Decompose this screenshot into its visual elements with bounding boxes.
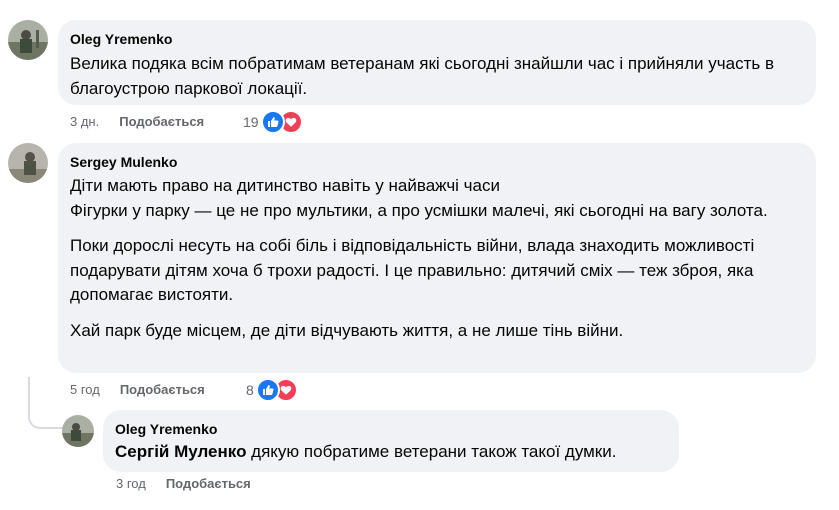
comment-time[interactable]: 3 дн. [70, 114, 99, 129]
like-icon [260, 110, 285, 134]
comment-meta: 5 год Подобається [70, 382, 205, 397]
comment-bubble: Oleg Yremenko Велика подяка всім побрати… [58, 20, 816, 105]
like-button[interactable]: Подобається [119, 114, 204, 129]
reactions-count: 8 [246, 382, 254, 398]
reactions[interactable]: 19 [243, 110, 303, 134]
avatar[interactable] [8, 143, 48, 183]
reply-author[interactable]: Oleg Yremenko [115, 420, 667, 438]
comment-paragraph: Велика подяка всім побратимам ветеранам … [70, 54, 774, 98]
avatar[interactable] [62, 415, 94, 447]
reply-time[interactable]: 3 год [116, 476, 146, 491]
reply-body: дякую побратиме ветерани також такої дум… [246, 442, 617, 461]
mention-link[interactable]: Сергій Муленко [115, 442, 246, 461]
reply-meta: 3 год Подобається [116, 476, 251, 491]
comment-paragraph: Діти мають право на дитинство навіть у н… [70, 176, 768, 220]
reactions[interactable]: 8 [246, 378, 298, 402]
avatar-photo [8, 20, 48, 60]
comment-paragraph: Поки дорослі несуть на собі біль і відпо… [70, 236, 755, 304]
avatar-photo [8, 143, 48, 183]
comment-author[interactable]: Sergey Mulenko [70, 153, 804, 171]
reactions-count: 19 [243, 114, 259, 130]
reply-bubble: Oleg Yremenko Сергій Муленко дякую побра… [103, 410, 679, 472]
comment-text: Діти мають право на дитинство навіть у н… [70, 174, 804, 343]
comment-text: Велика подяка всім побратимам ветеранам … [70, 52, 804, 101]
like-button[interactable]: Подобається [120, 382, 205, 397]
avatar-photo [62, 415, 94, 447]
avatar[interactable] [8, 20, 48, 60]
like-icon [255, 378, 280, 402]
reply-text: Сергій Муленко дякую побратиме ветерани … [115, 440, 667, 465]
comment-meta: 3 дн. Подобається [70, 114, 204, 129]
like-button[interactable]: Подобається [166, 476, 251, 491]
comment-paragraph: Хай парк буде місцем, де діти відчувають… [70, 320, 624, 340]
comment-bubble: Sergey Mulenko Діти мають право на дитин… [58, 143, 816, 373]
comment-author[interactable]: Oleg Yremenko [70, 30, 804, 48]
